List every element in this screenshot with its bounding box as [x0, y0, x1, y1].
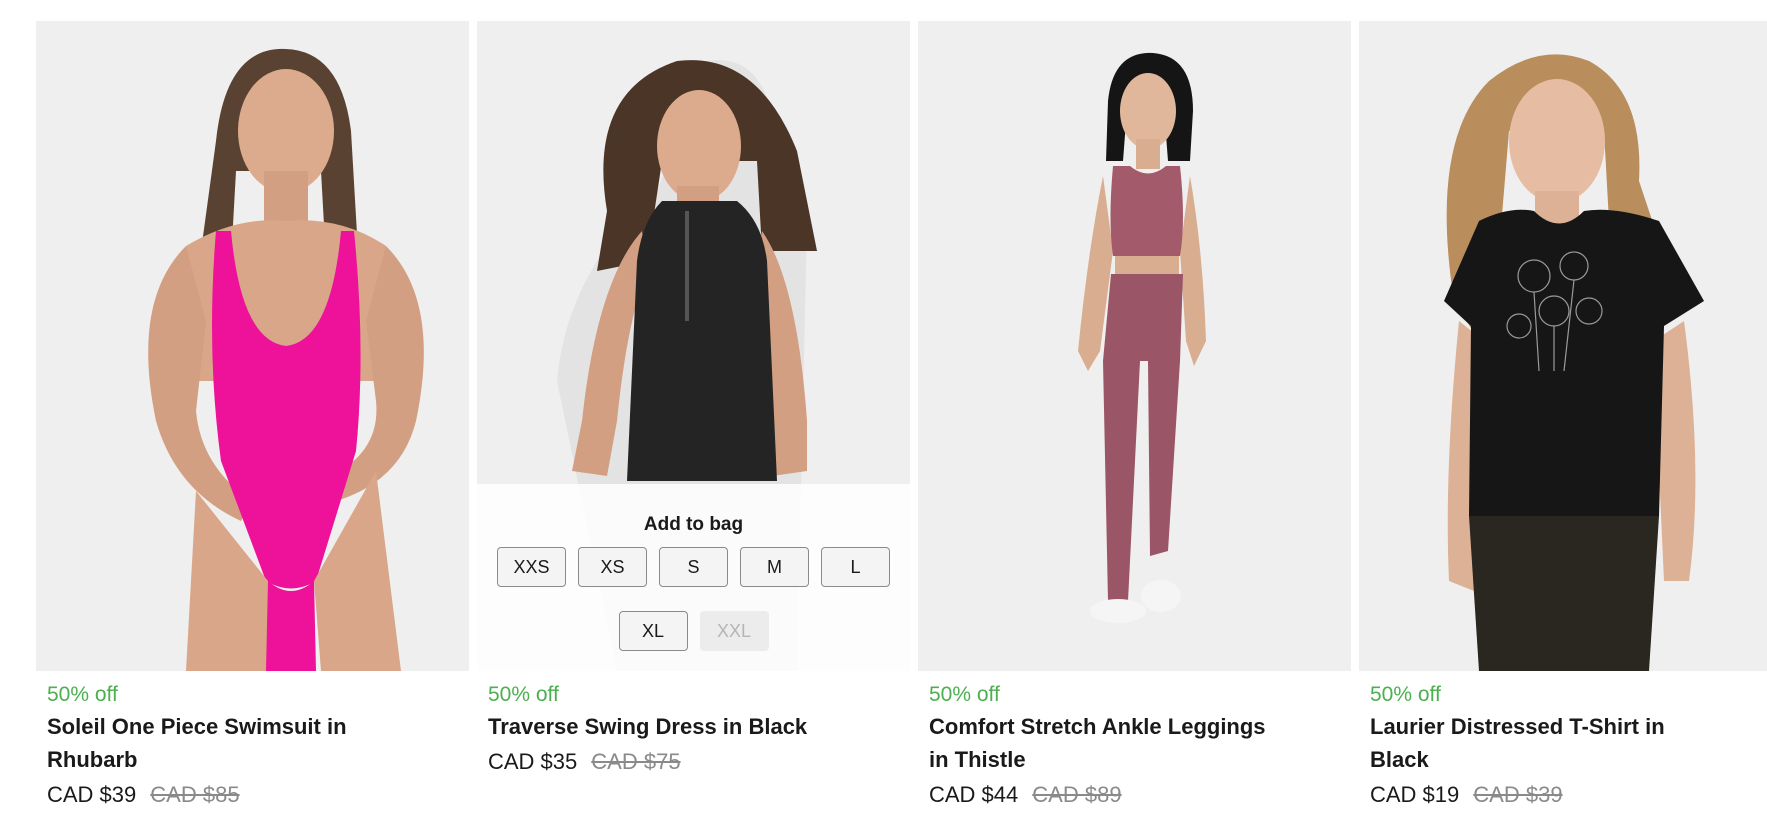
compare-at-price: CAD $85 — [150, 782, 240, 807]
price-row: CAD $35 CAD $75 — [488, 746, 899, 777]
product-image — [1359, 21, 1767, 671]
product-card: Add to bag XXS XS S M L XL XXL 50% off T… — [477, 21, 910, 777]
sale-price: CAD $19 — [1370, 782, 1460, 807]
price-row: CAD $44 CAD $89 — [929, 779, 1340, 810]
sale-price: CAD $44 — [929, 782, 1019, 807]
price-row: CAD $39 CAD $85 — [47, 779, 458, 810]
add-to-bag-heading: Add to bag — [643, 514, 744, 535]
size-button-xxs[interactable]: XXS — [497, 547, 566, 587]
size-selector: XXS XS S M L XL XXL — [477, 547, 910, 651]
product-card: 50% off Soleil One Piece Swimsuit in Rhu… — [36, 21, 469, 810]
product-title[interactable]: Traverse Swing Dress in Black — [488, 710, 828, 743]
compare-at-price: CAD $75 — [591, 749, 681, 774]
product-card: 50% off Comfort Stretch Ankle Leggings i… — [918, 21, 1351, 810]
product-image-link[interactable] — [918, 21, 1351, 671]
discount-label: 50% off — [1370, 683, 1441, 706]
product-image-link[interactable]: Add to bag XXS XS S M L XL XXL — [477, 21, 910, 671]
product-title[interactable]: Soleil One Piece Swimsuit in Rhubarb — [47, 710, 387, 776]
product-grid: 50% off Soleil One Piece Swimsuit in Rhu… — [0, 0, 1767, 839]
product-image — [918, 21, 1351, 671]
discount-label: 50% off — [488, 683, 559, 706]
price-row: CAD $19 CAD $39 — [1370, 779, 1767, 810]
discount-label: 50% off — [47, 683, 118, 706]
sale-price: CAD $35 — [488, 749, 578, 774]
product-title[interactable]: Comfort Stretch Ankle Leggings in Thistl… — [929, 710, 1269, 776]
quick-add-panel: Add to bag XXS XS S M L XL XXL — [477, 484, 910, 671]
product-title[interactable]: Laurier Distressed T-Shirt in Black — [1370, 710, 1710, 776]
size-button-xs[interactable]: XS — [578, 547, 647, 587]
product-image — [36, 21, 469, 671]
size-button-xxl-unavailable: XXL — [699, 611, 769, 651]
product-image-link[interactable] — [36, 21, 469, 671]
sale-price: CAD $39 — [47, 782, 137, 807]
size-button-l[interactable]: L — [821, 547, 890, 587]
size-button-s[interactable]: S — [659, 547, 728, 587]
compare-at-price: CAD $39 — [1473, 782, 1563, 807]
compare-at-price: CAD $89 — [1032, 782, 1122, 807]
product-image-link[interactable] — [1359, 21, 1767, 671]
product-card: 50% off Laurier Distressed T-Shirt in Bl… — [1359, 21, 1767, 810]
discount-label: 50% off — [929, 683, 1000, 706]
size-button-xl[interactable]: XL — [618, 611, 688, 651]
size-button-m[interactable]: M — [740, 547, 809, 587]
